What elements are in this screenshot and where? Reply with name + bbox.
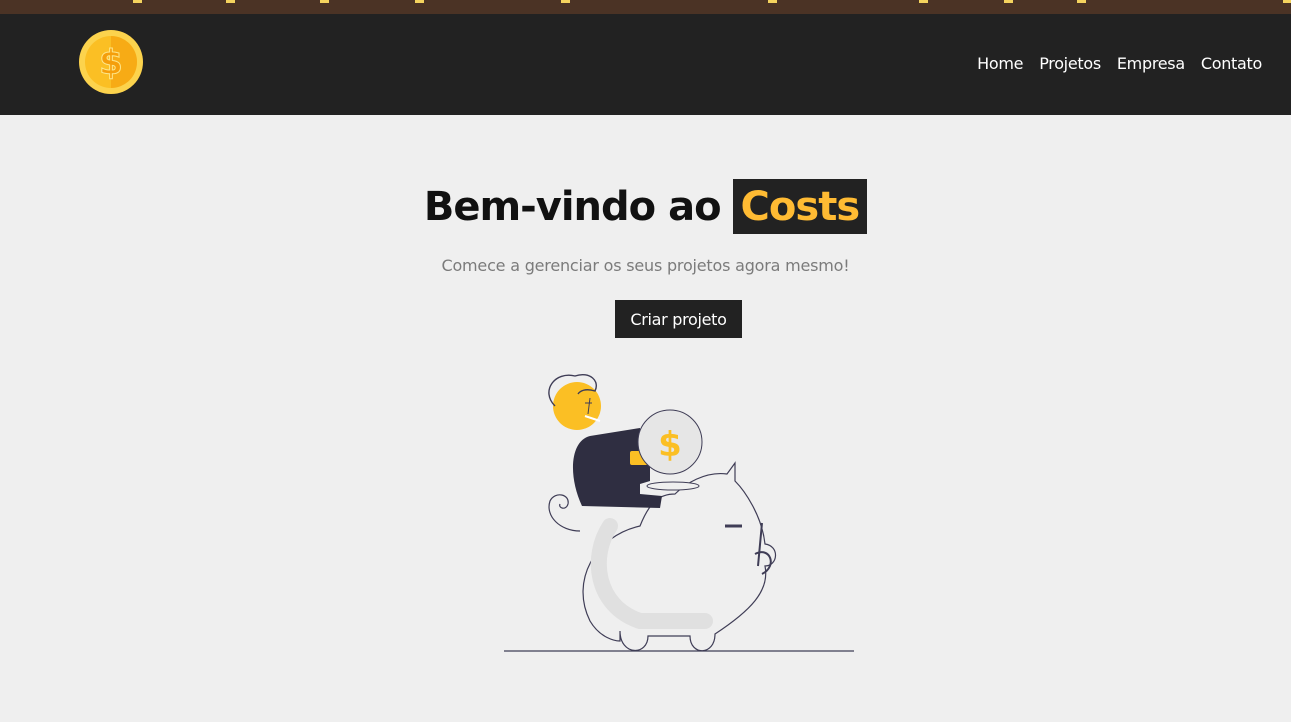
brand-badge: Costs	[732, 179, 868, 234]
bookmark-icon[interactable]	[919, 0, 928, 3]
bookmark-icon[interactable]	[1077, 0, 1086, 3]
nav-link-contato[interactable]: Contato	[1201, 54, 1262, 73]
svg-text:$: $	[99, 43, 123, 83]
bookmark-icon[interactable]	[768, 0, 777, 3]
bookmark-icon[interactable]	[133, 0, 142, 3]
bookmarks-strip	[0, 0, 1291, 14]
title-prefix: Bem-vindo ao	[423, 183, 722, 230]
bookmark-icon[interactable]	[1004, 0, 1013, 3]
nav-link-empresa[interactable]: Empresa	[1117, 54, 1185, 73]
coin-logo-icon[interactable]: $	[78, 29, 144, 95]
bookmark-icon[interactable]	[561, 0, 570, 3]
piggy-bank-illustration: $	[500, 366, 860, 656]
bookmark-icon[interactable]	[320, 0, 329, 3]
nav-links: Home Projetos Empresa Contato	[977, 54, 1262, 73]
nav-link-projetos[interactable]: Projetos	[1039, 54, 1101, 73]
navbar: $ Home Projetos Empresa Contato	[0, 14, 1291, 115]
bookmark-icon[interactable]	[415, 0, 424, 3]
svg-text:$: $	[658, 425, 682, 465]
bookmark-icon[interactable]	[226, 0, 235, 3]
hero-subtitle: Comece a gerenciar os seus projetos agor…	[441, 256, 850, 275]
bookmark-icon[interactable]	[1283, 0, 1291, 3]
create-project-button[interactable]: Criar projeto	[615, 300, 742, 338]
page-title: Bem-vindo ao Costs	[0, 179, 1291, 234]
nav-link-home[interactable]: Home	[977, 54, 1023, 73]
